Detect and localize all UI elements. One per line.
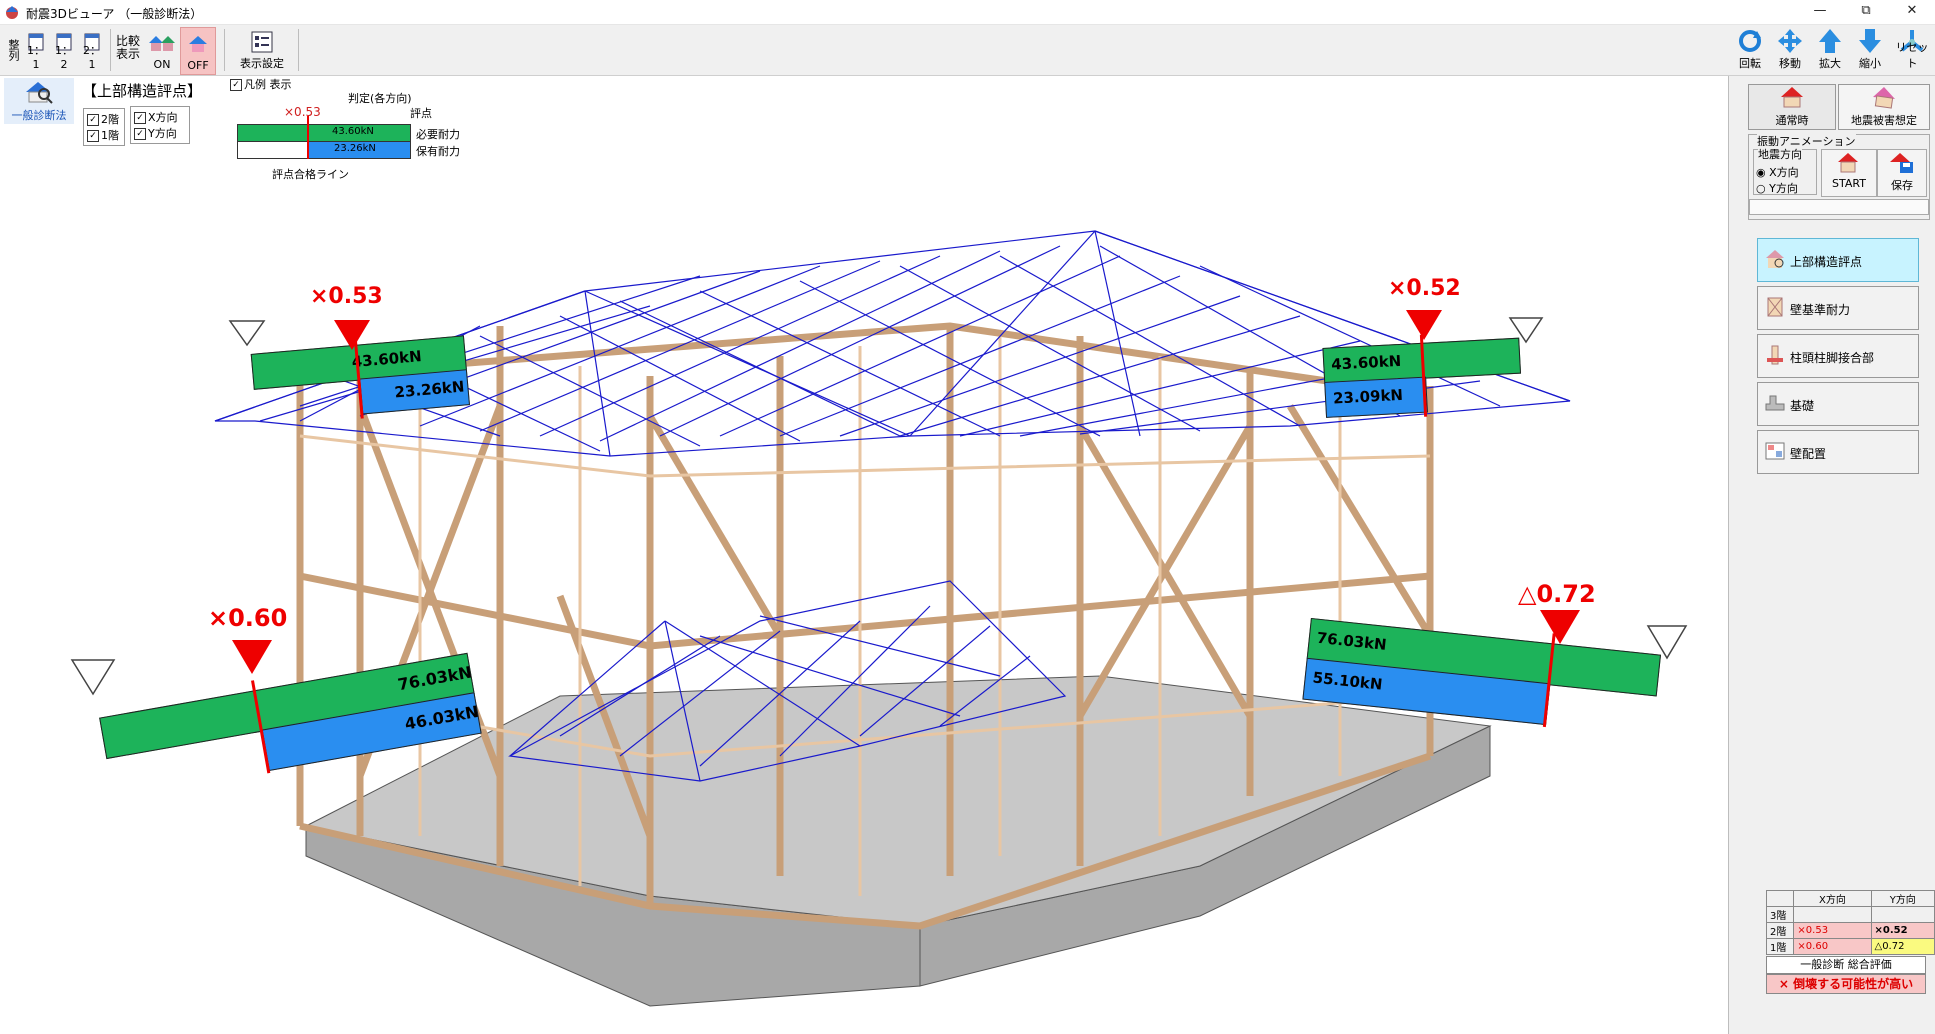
compare-off-button[interactable]: OFF [180,27,216,75]
move-button[interactable]: 移動 [1772,27,1808,73]
arrange-label: 整列 [7,39,20,61]
nav-column-joint[interactable]: 柱頭柱脚接合部 [1757,334,1919,378]
score-marker-icon [334,320,370,350]
rotate-icon [1739,30,1761,52]
nav-foundation[interactable]: 基礎 [1757,382,1919,426]
wall-strength-icon [1767,297,1783,317]
title-bar: 耐震3Dビューア （一般診断法） — ⧉ ✕ [0,0,1935,25]
score-2f-right: ×0.52 [1388,276,1461,301]
reset-button[interactable]: リセット [1892,27,1932,73]
score-marker-icon [1406,310,1442,340]
score-2f-left: ×0.53 [310,284,383,309]
close-button[interactable]: ✕ [1889,0,1935,24]
nav-wall-layout[interactable]: 壁配置 [1757,430,1919,474]
3d-viewport[interactable]: 一般診断法 【上部構造評点】 ✓ 凡例 表示 ✓ 2階 ✓ 1階 ✓ X方向 ✓ Y方向 … [0,76,1728,1034]
zoom-in-icon [1819,29,1841,53]
score-1f-left: ×0.60 [208,604,288,632]
start-button[interactable]: START [1821,149,1877,197]
score-marker-icon [232,640,272,674]
nav-wall-strength[interactable]: 壁基準耐力 [1757,286,1919,330]
zoom-in-button[interactable]: 拡大 [1812,27,1848,73]
house-model [214,230,1571,1007]
score-marker-icon [1540,610,1580,644]
toolbar: 整列 1：1 1：2 2：1 比較表示 ON OFF 表示設定 回転 移動 拡大 [0,25,1935,76]
move-icon [1778,29,1802,53]
indicator-2f-right: 43.60kN 23.09kN [1322,330,1526,420]
pass-line-marker-icon [70,659,116,696]
progress-bar [1749,199,1929,215]
compare-on-button[interactable]: ON [146,27,178,73]
foundation-icon [1765,395,1785,411]
radio-x[interactable]: ◉ X方向 [1756,164,1799,180]
pass-line-marker-icon [1508,317,1544,344]
pass-line-marker-icon [228,320,266,347]
settings-list-icon [251,31,273,53]
window-title: 耐震3Dビューア （一般診断法） [26,7,203,21]
damage-mode-button[interactable]: 地震被害想定 [1838,84,1930,130]
save-button[interactable]: 保存 [1877,149,1927,197]
zoom-out-icon [1859,29,1881,53]
layout-1-1-button[interactable]: 1：1 [24,27,48,73]
house-compare-icon [149,36,175,51]
display-settings-button[interactable]: 表示設定 [232,27,292,73]
vibration-group: 振動アニメーション 地震方向 ◉ X方向 ○ Y方向 START 保存 [1748,133,1930,220]
layout-1-2-button[interactable]: 1：2 [52,27,76,73]
overall-result: × 倒壊する可能性が高い [1766,974,1926,994]
normal-mode-button[interactable]: 通常時 [1748,84,1836,130]
score-table: X方向 Y方向 3階 2階 ×0.53 ×0.52 1階 ×0.60 △0.72 [1765,890,1935,955]
radio-y[interactable]: ○ Y方向 [1756,180,1798,196]
rotate-button[interactable]: 回転 [1732,27,1768,73]
compare-label: 比較表示 [116,34,141,61]
minimize-button[interactable]: — [1797,0,1843,24]
column-joint-icon [1767,345,1783,365]
wall-layout-icon [1765,442,1785,460]
save-icon [1890,153,1913,173]
house-vibrate-icon [1838,153,1858,173]
pass-line-marker-icon [1646,625,1688,660]
house-icon [1781,87,1803,108]
zoom-out-button[interactable]: 縮小 [1852,27,1888,73]
quake-direction-group: 地震方向 ◉ X方向 ○ Y方向 [1753,146,1817,196]
structure-score-icon [1766,250,1784,268]
layout-2-1-button[interactable]: 2：1 [80,27,104,73]
nav-structure-score[interactable]: 上部構造評点 [1757,238,1919,282]
damaged-house-icon [1873,87,1895,109]
score-1f-right: △0.72 [1518,580,1596,608]
overall-title: 一般診断 総合評価 [1766,956,1926,974]
maximize-button[interactable]: ⧉ [1843,0,1889,24]
house-icon [189,36,207,52]
app-icon [6,6,18,19]
